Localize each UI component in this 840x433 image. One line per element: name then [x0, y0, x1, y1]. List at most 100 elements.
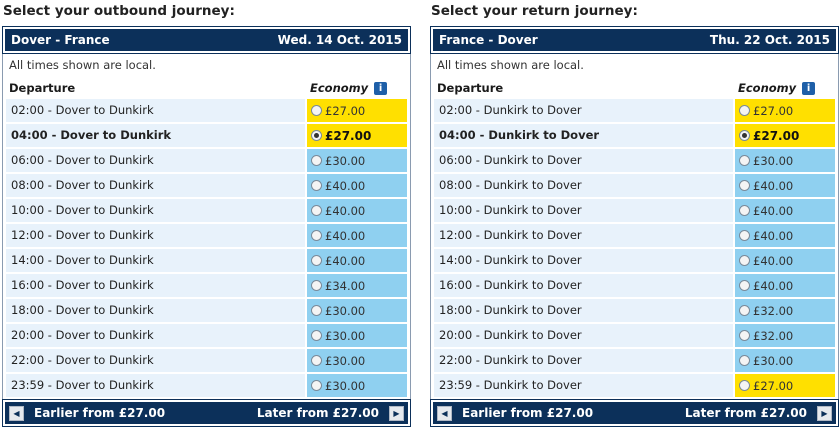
sailing-row[interactable]: 18:00 - Dover to Dunkirk £30.00	[6, 299, 407, 324]
fare-option[interactable]: £30.00	[307, 299, 407, 322]
arrow-left-icon[interactable]: ◀	[9, 405, 24, 421]
fare-radio[interactable]	[739, 105, 750, 116]
fare-option[interactable]: £40.00	[735, 274, 835, 297]
fare-option[interactable]: £30.00	[307, 374, 407, 397]
sailing-row[interactable]: 12:00 - Dover to Dunkirk £40.00	[6, 224, 407, 249]
fare-option[interactable]: £30.00	[307, 349, 407, 372]
sailing-row[interactable]: 14:00 - Dunkirk to Dover £40.00	[434, 249, 835, 274]
sailing-row[interactable]: 16:00 - Dover to Dunkirk £34.00	[6, 274, 407, 299]
fare-option[interactable]: £40.00	[735, 174, 835, 197]
fare-radio[interactable]	[739, 305, 750, 316]
sailing-row[interactable]: 20:00 - Dunkirk to Dover £32.00	[434, 324, 835, 349]
fare-option[interactable]: £27.00	[307, 99, 407, 122]
fare-option[interactable]: £27.00	[735, 374, 835, 397]
fare-option[interactable]: £27.00	[735, 99, 835, 122]
sailing-row[interactable]: 06:00 - Dunkirk to Dover £30.00	[434, 149, 835, 174]
sailing-row[interactable]: 08:00 - Dover to Dunkirk £40.00	[6, 174, 407, 199]
fare-price: £40.00	[753, 228, 794, 243]
fare-radio[interactable]	[739, 380, 750, 391]
fare-radio[interactable]	[739, 355, 750, 366]
fare-price: £30.00	[325, 353, 366, 368]
sailing-row[interactable]: 06:00 - Dover to Dunkirk £30.00	[6, 149, 407, 174]
sailing-row[interactable]: 12:00 - Dunkirk to Dover £40.00	[434, 224, 835, 249]
fare-radio[interactable]	[739, 130, 750, 141]
fare-option[interactable]: £40.00	[307, 249, 407, 272]
fare-radio[interactable]	[311, 130, 322, 141]
sailing-row[interactable]: 04:00 - Dover to Dunkirk £27.00	[6, 124, 407, 149]
economy-label: Economy	[738, 81, 797, 95]
fare-option[interactable]: £40.00	[307, 174, 407, 197]
fare-radio[interactable]	[739, 180, 750, 191]
fare-radio[interactable]	[311, 105, 322, 116]
fare-price: £40.00	[325, 178, 366, 193]
fare-price: £40.00	[325, 203, 366, 218]
fare-radio[interactable]	[311, 230, 322, 241]
fare-radio[interactable]	[311, 155, 322, 166]
fare-option[interactable]: £27.00	[735, 124, 835, 147]
sailing-row[interactable]: 18:00 - Dunkirk to Dover £32.00	[434, 299, 835, 324]
return-earlier-label[interactable]: Earlier from £27.00	[462, 406, 593, 420]
sailing-row[interactable]: 04:00 - Dunkirk to Dover £27.00	[434, 124, 835, 149]
sailing-time: 14:00 - Dunkirk to Dover	[434, 249, 733, 272]
outbound-earlier-link[interactable]: ◀ Earlier from £27.00	[9, 405, 165, 421]
fare-price: £40.00	[753, 278, 794, 293]
fare-option[interactable]: £30.00	[307, 324, 407, 347]
fare-option[interactable]: £30.00	[307, 149, 407, 172]
fare-option[interactable]: £40.00	[307, 199, 407, 222]
sailing-row[interactable]: 10:00 - Dover to Dunkirk £40.00	[6, 199, 407, 224]
fare-option[interactable]: £32.00	[735, 299, 835, 322]
info-icon[interactable]: i	[802, 81, 816, 95]
fare-radio[interactable]	[739, 230, 750, 241]
sailing-row[interactable]: 02:00 - Dover to Dunkirk £27.00	[6, 99, 407, 124]
outbound-later-link[interactable]: Later from £27.00 ▶	[257, 405, 404, 421]
return-later-link[interactable]: Later from £27.00 ▶	[685, 405, 832, 421]
fare-radio[interactable]	[311, 280, 322, 291]
return-earlier-link[interactable]: ◀ Earlier from £27.00	[437, 405, 593, 421]
fare-radio[interactable]	[739, 330, 750, 341]
sailing-time: 12:00 - Dover to Dunkirk	[6, 224, 305, 247]
fare-option[interactable]: £40.00	[307, 224, 407, 247]
fare-option[interactable]: £27.00	[307, 124, 407, 147]
fare-option[interactable]: £34.00	[307, 274, 407, 297]
sailing-row[interactable]: 10:00 - Dunkirk to Dover £40.00	[434, 199, 835, 224]
fare-price: £30.00	[325, 378, 366, 393]
sailing-row[interactable]: 08:00 - Dunkirk to Dover £40.00	[434, 174, 835, 199]
sailing-row[interactable]: 22:00 - Dover to Dunkirk £30.00	[6, 349, 407, 374]
info-icon[interactable]: i	[374, 81, 388, 95]
fare-radio[interactable]	[739, 255, 750, 266]
fare-option[interactable]: £30.00	[735, 349, 835, 372]
outbound-later-label[interactable]: Later from £27.00	[257, 406, 379, 420]
sailing-row[interactable]: 23:59 - Dover to Dunkirk £30.00	[6, 374, 407, 399]
return-later-label[interactable]: Later from £27.00	[685, 406, 807, 420]
economy-label: Economy	[310, 81, 369, 95]
sailing-row[interactable]: 16:00 - Dunkirk to Dover £40.00	[434, 274, 835, 299]
fare-radio[interactable]	[739, 155, 750, 166]
fare-radio[interactable]	[311, 180, 322, 191]
arrow-left-icon[interactable]: ◀	[437, 405, 452, 421]
fare-radio[interactable]	[311, 305, 322, 316]
fare-radio[interactable]	[739, 280, 750, 291]
sailing-row[interactable]: 02:00 - Dunkirk to Dover £27.00	[434, 99, 835, 124]
fare-radio[interactable]	[311, 205, 322, 216]
fare-option[interactable]: £40.00	[735, 224, 835, 247]
arrow-right-icon[interactable]: ▶	[389, 405, 404, 421]
fare-radio[interactable]	[311, 330, 322, 341]
sailing-row[interactable]: 23:59 - Dunkirk to Dover £27.00	[434, 374, 835, 399]
departure-column-header: Departure	[437, 81, 504, 95]
sailing-time: 16:00 - Dover to Dunkirk	[6, 274, 305, 297]
sailing-row[interactable]: 20:00 - Dover to Dunkirk £30.00	[6, 324, 407, 349]
fare-radio[interactable]	[311, 255, 322, 266]
fare-option[interactable]: £40.00	[735, 249, 835, 272]
outbound-earlier-label[interactable]: Earlier from £27.00	[34, 406, 165, 420]
sailing-row[interactable]: 22:00 - Dunkirk to Dover £30.00	[434, 349, 835, 374]
sailing-time: 12:00 - Dunkirk to Dover	[434, 224, 733, 247]
fare-radio[interactable]	[311, 355, 322, 366]
fare-option[interactable]: £40.00	[735, 199, 835, 222]
fare-radio[interactable]	[739, 205, 750, 216]
sailing-row[interactable]: 14:00 - Dover to Dunkirk £40.00	[6, 249, 407, 274]
fare-price: £40.00	[325, 253, 366, 268]
arrow-right-icon[interactable]: ▶	[817, 405, 832, 421]
fare-option[interactable]: £32.00	[735, 324, 835, 347]
fare-option[interactable]: £30.00	[735, 149, 835, 172]
fare-radio[interactable]	[311, 380, 322, 391]
